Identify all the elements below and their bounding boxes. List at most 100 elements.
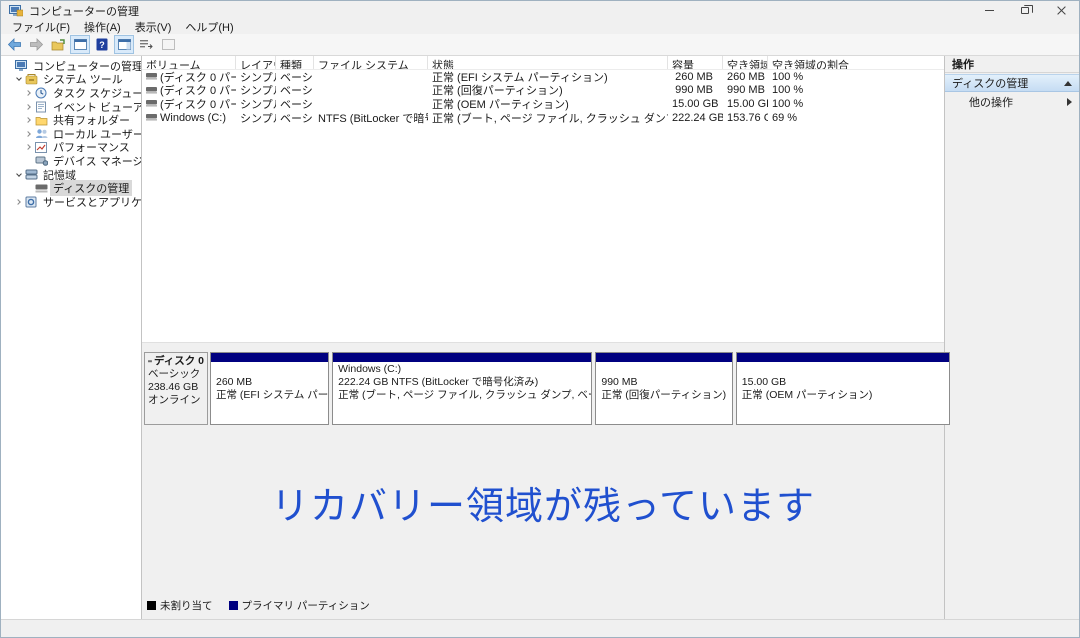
menu-item[interactable]: 操作(A) xyxy=(77,20,128,34)
legend-label: プライマリ パーティション xyxy=(241,600,370,612)
sidebar-item-label: サービスとアプリケーション xyxy=(43,196,142,209)
expander-closed-icon[interactable] xyxy=(24,144,34,151)
volume-cell-free_pct: 100 % xyxy=(772,97,804,110)
partition-size: 260 MB xyxy=(216,376,253,388)
partition-title xyxy=(742,363,944,376)
column-header[interactable]: ボリューム xyxy=(142,56,236,69)
menu-item[interactable]: 表示(V) xyxy=(128,20,179,34)
expander-open-icon[interactable] xyxy=(14,170,24,178)
volume-icon xyxy=(146,73,157,80)
action-pane-toggle-icon[interactable] xyxy=(114,35,134,54)
help-icon[interactable]: ? xyxy=(92,35,112,54)
column-header[interactable]: 空き領域の割合 xyxy=(768,56,944,69)
task-scheduler-icon xyxy=(34,87,48,99)
window-pane-toggle-icon[interactable] xyxy=(70,35,90,54)
performance-icon xyxy=(34,141,48,153)
volume-cell-free: 260 MB xyxy=(727,70,765,83)
actions-panel: 操作 ディスクの管理 他の操作 xyxy=(945,56,1079,619)
restore-icon xyxy=(1021,5,1033,14)
disk-0-row: ディスク 0 ベーシック 238.46 GB オンライン 260 MB 正常 (E… xyxy=(144,352,950,425)
partition-status: 正常 (OEM パーティション) xyxy=(741,389,873,401)
window-title: コンピューターの管理 xyxy=(29,5,139,18)
minimize-icon xyxy=(984,10,994,11)
console-tree: コンピューターの管理 (ローカル)システム ツールタスク スケジューライベント … xyxy=(1,56,142,619)
partitions: 260 MB正常 (EFI システム パーティション)Windows (C:)2… xyxy=(210,352,950,425)
volume-row[interactable]: Windows (C:) シンプルベーシック NTFS (BitLocker で暗号… xyxy=(142,111,944,125)
column-header[interactable]: ファイル システム xyxy=(314,56,428,69)
volume-cell-filesystem: NTFS (BitLocker で暗号化済み) xyxy=(318,112,428,125)
volume-icon xyxy=(146,86,157,94)
computer-management-window: コンピューターの管理 ファイル(F) 操作(A) 表示(V) ヘルプ(H) ? コンピ… xyxy=(0,0,1080,638)
partition-info: 990 MB 正常 (回復パーティション) xyxy=(596,362,731,424)
disk-type: ベーシック xyxy=(148,368,201,380)
svg-text:?: ? xyxy=(99,40,105,50)
back-arrow-icon[interactable] xyxy=(4,35,24,54)
disk-name: ディスク 0 xyxy=(153,355,204,367)
expander-closed-icon[interactable] xyxy=(24,130,34,137)
shared-folders-icon xyxy=(34,114,48,126)
more-actions-label: 他の操作 xyxy=(969,96,1013,109)
minimize-button[interactable] xyxy=(971,1,1007,20)
volume-cell-status: 正常 (ブート, ページ ファイル, クラッシュ ダンプ, ベーシック データ … xyxy=(432,112,668,125)
show-console-tree-icon[interactable] xyxy=(48,35,68,54)
partition-status: 正常 (回復パーティション) xyxy=(601,389,727,401)
partition-color-strip xyxy=(333,353,592,362)
title-bar: コンピューターの管理 xyxy=(1,1,1079,20)
volume-cell-free: 990 MB xyxy=(727,84,765,97)
volume-cell-volume: (ディスク 0 パーティション 5) xyxy=(142,96,236,112)
partition-title xyxy=(216,363,323,376)
app-icon xyxy=(9,4,23,16)
partition-block[interactable]: 15.00 GB 正常 (OEM パーティション) xyxy=(735,352,950,425)
actions-section-disk-management[interactable]: ディスクの管理 xyxy=(945,74,1079,92)
expander-closed-icon[interactable] xyxy=(24,103,34,110)
menu-item[interactable]: ファイル(F) xyxy=(5,20,77,34)
properties-icon[interactable] xyxy=(158,35,178,54)
expander-closed-icon[interactable] xyxy=(24,90,34,96)
partition-block[interactable]: 990 MB 正常 (回復パーティション) xyxy=(595,352,733,425)
volume-cell-free_pct: 100 % xyxy=(772,84,804,97)
menu-bar: ファイル(F) 操作(A) 表示(V) ヘルプ(H) xyxy=(1,20,1079,34)
partition-size: 222.24 GB NTFS (BitLocker で暗号化済み) xyxy=(338,376,539,388)
column-header[interactable]: 空き領域 xyxy=(723,56,768,69)
menu-item[interactable]: ヘルプ(H) xyxy=(178,20,240,34)
event-viewer-icon xyxy=(34,101,48,113)
export-list-icon[interactable] xyxy=(136,35,156,54)
submenu-arrow-icon xyxy=(1067,97,1072,106)
partition-info: 15.00 GB 正常 (OEM パーティション) xyxy=(737,362,949,424)
sidebar-item[interactable]: サービスとアプリケーション xyxy=(1,195,141,209)
partition-block[interactable]: Windows (C:) 222.24 GB NTFS (BitLocker で暗… xyxy=(332,352,593,425)
storage-icon xyxy=(24,169,38,181)
collapse-icon xyxy=(1064,80,1072,86)
more-actions-item[interactable]: 他の操作 xyxy=(945,92,1079,111)
actions-section-label: ディスクの管理 xyxy=(952,78,1029,90)
volume-cell-capacity: 15.00 GB xyxy=(672,97,719,110)
system-tools-icon xyxy=(24,73,38,85)
expander-open-icon[interactable] xyxy=(14,75,24,82)
volume-icon xyxy=(146,114,157,121)
partition-size: 15.00 GB xyxy=(741,376,787,388)
column-header[interactable]: レイアウト xyxy=(236,56,276,69)
volume-cell-free_pct: 69 % xyxy=(772,111,798,124)
legend-swatch xyxy=(147,601,156,610)
partition-status: 正常 (ブート, ページ ファイル, クラッシュ ダンプ, ベーシック データ … xyxy=(338,389,591,401)
column-header[interactable]: 種類 xyxy=(276,56,314,69)
column-header[interactable]: 容量 xyxy=(668,56,723,69)
device-manager-icon xyxy=(34,155,48,167)
partition-color-strip xyxy=(596,353,732,362)
legend-label: 未割り当て xyxy=(160,600,213,612)
disk-0-label[interactable]: ディスク 0 ベーシック 238.46 GB オンライン xyxy=(144,352,208,425)
volume-cell-free_pct: 100 % xyxy=(772,70,804,83)
expander-closed-icon[interactable] xyxy=(24,117,34,124)
forward-arrow-icon[interactable] xyxy=(26,35,46,54)
partition-block[interactable]: 260 MB正常 (EFI システム パーティション) xyxy=(210,352,330,425)
volume-list-body: (ディスク 0 パーティション 1)シンプルベーシック正常 (EFI システム … xyxy=(142,70,944,125)
expander-closed-icon[interactable] xyxy=(14,198,24,205)
annotation-text: リカバリー領域が残っています xyxy=(270,486,816,528)
partition-size: 990 MB xyxy=(601,376,638,388)
column-header[interactable]: 状態 xyxy=(428,56,668,69)
volume-cell-type: ベーシック xyxy=(280,112,314,125)
close-button[interactable] xyxy=(1043,1,1079,20)
volume-list: ボリュームレイアウト種類ファイル システム状態容量空き領域空き領域の割合 (ディ… xyxy=(142,56,944,342)
maximize-button[interactable] xyxy=(1007,1,1043,20)
volume-icon xyxy=(146,100,157,108)
